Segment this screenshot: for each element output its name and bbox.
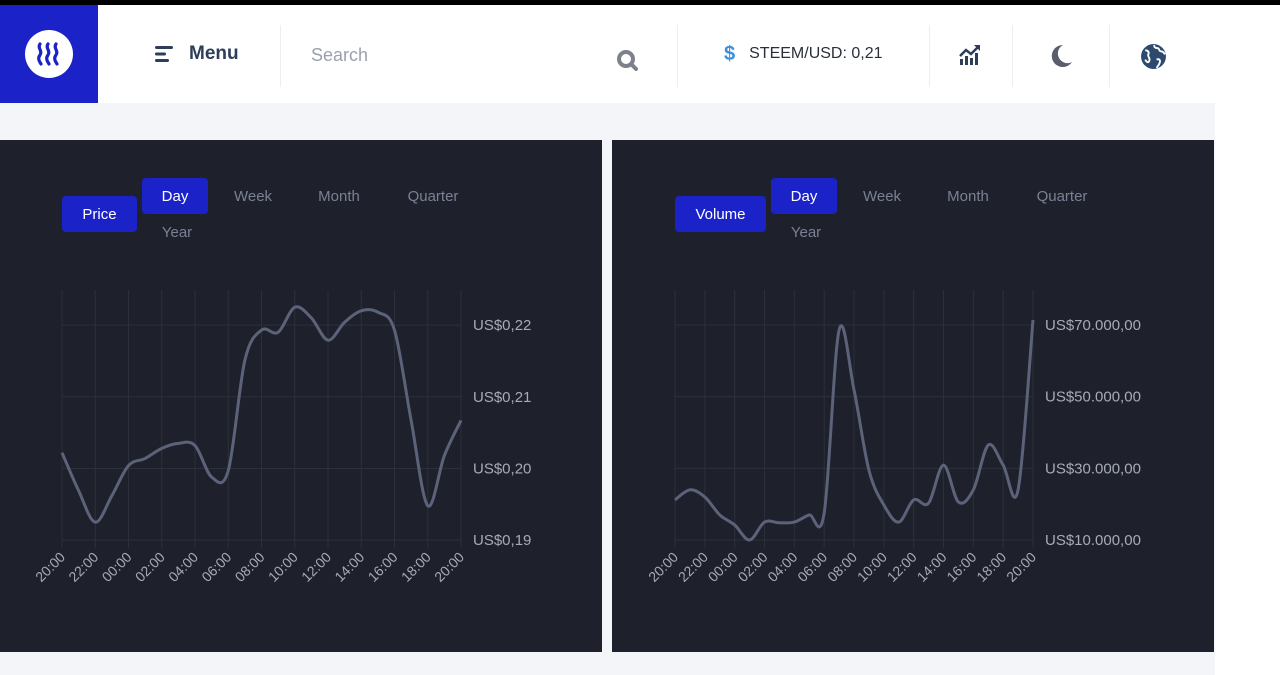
x-tick-label: 18:00 xyxy=(398,549,434,585)
x-tick-label: 14:00 xyxy=(914,549,950,585)
menu-label: Menu xyxy=(189,43,239,64)
x-tick-label: 12:00 xyxy=(298,549,334,585)
y-tick-label: US$30.000,00 xyxy=(1045,460,1141,477)
chart-trend-icon[interactable] xyxy=(958,43,982,67)
y-tick-label: US$0,19 xyxy=(473,532,531,549)
x-tick-label: 20:00 xyxy=(32,549,68,585)
moon-icon[interactable] xyxy=(1048,43,1074,69)
dollar-icon: $ xyxy=(724,42,736,65)
x-tick-label: 22:00 xyxy=(65,549,101,585)
menu-icon xyxy=(155,46,173,62)
x-tick-label: 16:00 xyxy=(943,549,979,585)
x-tick-label: 04:00 xyxy=(764,549,800,585)
y-tick-label: US$50.000,00 xyxy=(1045,389,1141,406)
price-chart: 20:0022:0000:0002:0004:0006:0008:0010:00… xyxy=(32,290,531,585)
x-tick-label: 10:00 xyxy=(265,549,301,585)
x-tick-label: 00:00 xyxy=(99,549,135,585)
price-label: STEEM/USD: 0,21 xyxy=(749,45,883,62)
divider xyxy=(280,25,281,87)
x-tick-label: 10:00 xyxy=(854,549,890,585)
x-tick-label: 08:00 xyxy=(232,549,268,585)
x-tick-label: 06:00 xyxy=(794,549,830,585)
x-tick-label: 02:00 xyxy=(132,549,168,585)
x-tick-label: 20:00 xyxy=(1003,549,1039,585)
x-tick-label: 16:00 xyxy=(365,549,401,585)
header: Menu $ STEEM/USD: 0,21 xyxy=(0,5,1215,103)
x-tick-label: 00:00 xyxy=(705,549,741,585)
y-tick-label: US$0,20 xyxy=(473,460,531,477)
search-icon[interactable] xyxy=(616,49,638,71)
volume-chart-panel: Volume Day Week Month Quarter Year 20:00… xyxy=(612,140,1214,652)
volume-chart: 20:0022:0000:0002:0004:0006:0008:0010:00… xyxy=(645,290,1141,585)
x-tick-label: 18:00 xyxy=(973,549,1009,585)
y-tick-label: US$0,22 xyxy=(473,317,531,334)
menu-button[interactable]: Menu xyxy=(155,5,239,103)
x-tick-label: 06:00 xyxy=(198,549,234,585)
y-tick-label: US$10.000,00 xyxy=(1045,532,1141,549)
y-tick-label: US$70.000,00 xyxy=(1045,317,1141,334)
x-tick-label: 20:00 xyxy=(645,549,681,585)
divider xyxy=(1012,25,1013,87)
price-ticker: $ STEEM/USD: 0,21 xyxy=(724,5,883,103)
x-tick-label: 14:00 xyxy=(331,549,367,585)
steem-logo[interactable] xyxy=(0,5,98,103)
price-chart-panel: Price Day Week Month Quarter Year 20:00 2… xyxy=(0,140,602,652)
y-tick-label: US$0,21 xyxy=(473,389,531,406)
x-tick-label: 20:00 xyxy=(431,549,467,585)
divider xyxy=(677,25,678,87)
x-tick-label: 12:00 xyxy=(884,549,920,585)
x-tick-label: 02:00 xyxy=(735,549,771,585)
x-tick-label: 22:00 xyxy=(675,549,711,585)
x-tick-label: 08:00 xyxy=(824,549,860,585)
x-tick-label: 04:00 xyxy=(165,549,201,585)
divider xyxy=(929,25,930,87)
search-input[interactable] xyxy=(296,35,596,75)
steem-logo-icon xyxy=(25,30,73,78)
divider xyxy=(1109,25,1110,87)
globe-icon[interactable] xyxy=(1140,43,1167,70)
